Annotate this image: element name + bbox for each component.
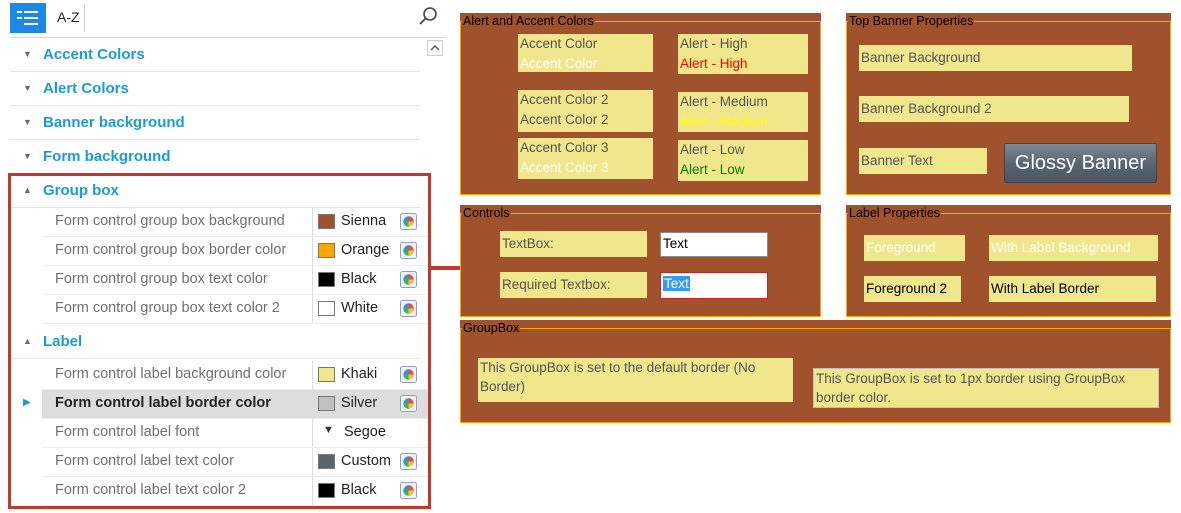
required-textbox-input[interactable]: Text [660, 272, 768, 299]
property-grid-toolbar: A-Z [10, 0, 446, 38]
category-banner-background[interactable]: ▼ Banner background [10, 106, 420, 140]
category-label: Alert Colors [43, 80, 129, 97]
banner-text-label: Banner Text [859, 148, 987, 174]
category-accent-colors[interactable]: ▼ Accent Colors [10, 38, 420, 72]
required-textbox-label: Required Textbox: [500, 272, 647, 298]
category-label: Accent Colors [43, 46, 145, 63]
textbox-label: TextBox: [500, 231, 647, 257]
property-grid: A-Z ▼ Accent Colors ▼ Alert Colors ▼ Ban… [0, 0, 446, 513]
label-properties-panel: Label Properties Foreground With Label B… [846, 205, 1171, 317]
default-border-label: This GroupBox is set to the default bord… [478, 358, 793, 402]
groupbox-title: Top Banner Properties [848, 13, 975, 29]
textbox-input[interactable]: Text [660, 232, 768, 257]
collapsed-chevron-icon[interactable]: ▼ [23, 49, 32, 59]
banner-background-label: Banner Background [859, 45, 1132, 71]
accent-color-3-label: Accent Color 3 Accent Color 3 [518, 138, 653, 179]
accent-color-label: Accent Color Accent Color [518, 34, 653, 72]
groupbox-title: Alert and Accent Colors [462, 13, 595, 29]
collapsed-chevron-icon[interactable]: ▼ [23, 83, 32, 93]
one-px-border-label: This GroupBox is set to 1px border using… [813, 368, 1159, 408]
selected-text: Text [663, 276, 690, 291]
highlight-box [8, 173, 431, 509]
with-label-border-label: With Label Border [989, 276, 1156, 302]
with-label-background-label: With Label Background [989, 235, 1158, 261]
alert-accent-panel: Alert and Accent Colors Accent Color Acc… [460, 13, 821, 195]
collapsed-chevron-icon[interactable]: ▼ [23, 117, 32, 127]
groupbox-title: Controls [462, 205, 511, 221]
foreground-2-label: Foreground 2 [864, 276, 961, 302]
controls-panel: Controls TextBox: Text Required Textbox:… [460, 205, 821, 317]
category-label: Form background [43, 148, 171, 165]
category-alert-colors[interactable]: ▼ Alert Colors [10, 72, 420, 106]
categorized-view-button[interactable] [10, 3, 46, 33]
alphabetical-view-button[interactable]: A-Z [57, 9, 80, 25]
collapsed-chevron-icon[interactable]: ▼ [23, 151, 32, 161]
toolbar-divider [84, 4, 85, 32]
scroll-up-icon[interactable] [427, 40, 443, 56]
alert-low-label: Alert - Low Alert - Low [678, 140, 808, 181]
accent-color-2-label: Accent Color 2 Accent Color 2 [518, 90, 653, 132]
alert-high-label: Alert - High Alert - High [678, 34, 808, 74]
groupbox-title: GroupBox [462, 320, 521, 336]
alert-medium-label: Alert - Medium Alert - Medium [678, 92, 808, 132]
groupbox-title: Label Properties [848, 205, 942, 221]
glossy-banner-button[interactable]: Glossy Banner [1004, 143, 1157, 183]
controls-groupbox: Controls [460, 205, 821, 317]
banner-background-2-label: Banner Background 2 [859, 96, 1129, 122]
category-form-background[interactable]: ▼ Form background [10, 140, 420, 174]
groupbox-panel: GroupBox This GroupBox is set to the def… [460, 320, 1171, 423]
foreground-label: Foreground [864, 235, 965, 261]
search-icon[interactable] [418, 5, 440, 27]
category-label: Banner background [43, 114, 185, 131]
